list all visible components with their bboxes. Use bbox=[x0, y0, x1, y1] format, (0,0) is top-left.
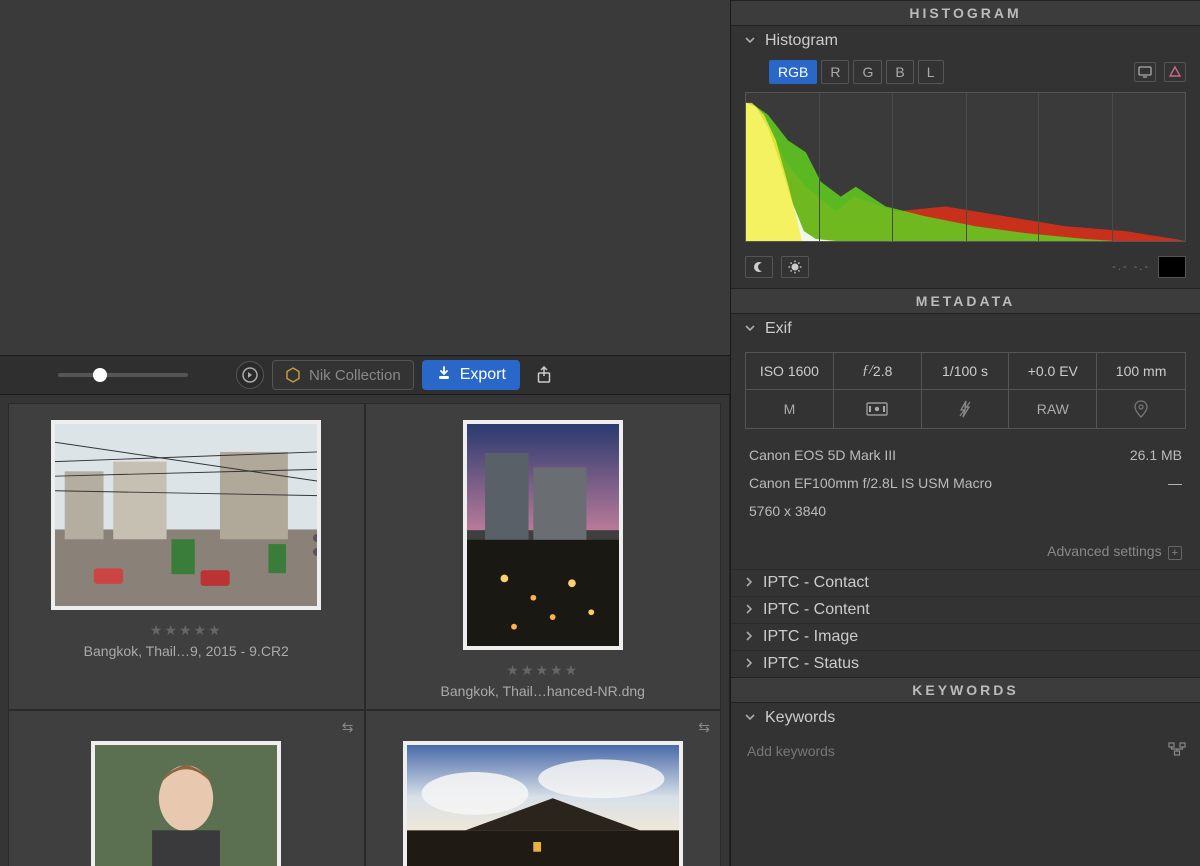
chevron-down-icon bbox=[745, 712, 755, 725]
export-download-icon bbox=[436, 365, 452, 386]
clip-readout: -.- -.- bbox=[1112, 261, 1150, 273]
metadata-title: METADATA bbox=[731, 288, 1200, 314]
tab-g[interactable]: G bbox=[853, 60, 882, 84]
histogram-tabs: RGB R G B L bbox=[731, 56, 1200, 92]
nik-hex-icon bbox=[285, 367, 301, 383]
exif-shutter: 1/100 s bbox=[922, 353, 1010, 390]
dimensions: 5760 x 3840 bbox=[749, 503, 826, 519]
exif-mode: M bbox=[746, 390, 834, 428]
keywords-header[interactable]: Keywords bbox=[731, 703, 1200, 733]
preview-area bbox=[0, 0, 730, 355]
keywords-title: KEYWORDS bbox=[731, 677, 1200, 703]
histogram-display[interactable] bbox=[745, 92, 1186, 242]
histogram-header[interactable]: Histogram bbox=[731, 26, 1200, 56]
lens-model: Canon EF100mm f/2.8L IS USM Macro bbox=[749, 475, 992, 491]
advanced-settings-link[interactable]: Advanced settings+ bbox=[731, 537, 1200, 569]
film-strip[interactable]: ★★★★★ Bangkok, Thail…9, 2015 - 9.CR2 bbox=[0, 395, 730, 866]
exif-flash-icon bbox=[922, 390, 1010, 428]
toolbar: Nik Collection Export bbox=[0, 355, 730, 395]
chevron-right-icon bbox=[745, 631, 753, 644]
filename-1: Bangkok, Thail…hanced-NR.dng bbox=[441, 683, 645, 699]
iptc-status-header[interactable]: IPTC - Status bbox=[731, 650, 1200, 677]
thumbnail-image-2[interactable] bbox=[91, 741, 281, 866]
thumbnail-0[interactable]: ★★★★★ Bangkok, Thail…9, 2015 - 9.CR2 bbox=[8, 403, 365, 710]
shadows-clip-icon[interactable] bbox=[745, 256, 773, 278]
nik-collection-button[interactable]: Nik Collection bbox=[272, 360, 414, 390]
slider-thumb[interactable] bbox=[93, 368, 107, 382]
exif-details: Canon EOS 5D Mark III 26.1 MB Canon EF10… bbox=[731, 437, 1200, 537]
chevron-down-icon bbox=[745, 323, 755, 336]
thumbnail-1[interactable]: ★★★★★ Bangkok, Thail…hanced-NR.dng bbox=[365, 403, 722, 710]
thumbnail-3[interactable]: ⇆ bbox=[365, 710, 722, 866]
share-button[interactable] bbox=[532, 363, 556, 387]
iptc-content-header[interactable]: IPTC - Content bbox=[731, 596, 1200, 623]
chevron-down-icon bbox=[745, 35, 755, 48]
rating-1[interactable]: ★★★★★ bbox=[506, 662, 579, 679]
highlights-clip-icon[interactable] bbox=[781, 256, 809, 278]
exif-grid: ISO 1600 ƒ/2.8 1/100 s +0.0 EV 100 mm M … bbox=[745, 352, 1186, 429]
exif-format: RAW bbox=[1009, 390, 1097, 428]
rating-0[interactable]: ★★★★★ bbox=[150, 622, 223, 639]
nik-label: Nik Collection bbox=[309, 367, 401, 384]
exif-location-icon bbox=[1097, 390, 1185, 428]
keywords-label: Keywords bbox=[765, 709, 835, 727]
chevron-right-icon bbox=[745, 604, 753, 617]
plus-icon: + bbox=[1168, 546, 1182, 560]
tab-rgb[interactable]: RGB bbox=[769, 60, 817, 84]
color-swatch[interactable] bbox=[1158, 256, 1186, 278]
side-panel: HISTOGRAM Histogram RGB R G B L bbox=[730, 0, 1200, 866]
histogram-sub-label: Histogram bbox=[765, 32, 838, 50]
exif-ev: +0.0 EV bbox=[1009, 353, 1097, 390]
exif-iso: ISO 1600 bbox=[746, 353, 834, 390]
thumbnail-image-1[interactable] bbox=[463, 420, 623, 650]
tab-b[interactable]: B bbox=[886, 60, 913, 84]
iptc-contact-header[interactable]: IPTC - Contact bbox=[731, 569, 1200, 596]
go-forward-button[interactable] bbox=[236, 361, 264, 389]
sync-icon[interactable]: ⇆ bbox=[698, 719, 710, 736]
monitor-icon[interactable] bbox=[1134, 62, 1156, 82]
camera-model: Canon EOS 5D Mark III bbox=[749, 447, 896, 463]
export-label: Export bbox=[460, 366, 506, 384]
exposure-toggles: -.- -.- bbox=[731, 250, 1200, 288]
exif-header[interactable]: Exif bbox=[731, 314, 1200, 344]
chevron-right-icon bbox=[745, 658, 753, 671]
tab-r[interactable]: R bbox=[821, 60, 849, 84]
thumbnail-image-0[interactable] bbox=[51, 420, 321, 610]
main-area: Nik Collection Export bbox=[0, 0, 730, 866]
filename-0: Bangkok, Thail…9, 2015 - 9.CR2 bbox=[84, 643, 289, 659]
export-button[interactable]: Export bbox=[422, 360, 520, 390]
lens-detail: — bbox=[1168, 475, 1182, 491]
file-size: 26.1 MB bbox=[1130, 447, 1182, 463]
thumbnail-2[interactable]: ⇆ bbox=[8, 710, 365, 866]
gamut-icon[interactable] bbox=[1164, 62, 1186, 82]
keywords-input[interactable] bbox=[745, 739, 1162, 763]
keywords-input-row bbox=[745, 739, 1186, 763]
exif-focal: 100 mm bbox=[1097, 353, 1185, 390]
chevron-right-icon bbox=[745, 577, 753, 590]
exif-aperture: ƒ/2.8 bbox=[834, 353, 922, 390]
histogram-title: HISTOGRAM bbox=[731, 0, 1200, 26]
keyword-tree-icon[interactable] bbox=[1168, 742, 1186, 761]
thumbnail-size-slider[interactable] bbox=[58, 373, 188, 377]
iptc-image-header[interactable]: IPTC - Image bbox=[731, 623, 1200, 650]
exif-metering-icon bbox=[834, 390, 922, 428]
exif-label: Exif bbox=[765, 320, 792, 338]
sync-icon[interactable]: ⇆ bbox=[342, 719, 354, 736]
thumbnail-image-3[interactable] bbox=[403, 741, 683, 866]
pick-dots[interactable] bbox=[313, 534, 321, 556]
tab-l[interactable]: L bbox=[918, 60, 944, 84]
